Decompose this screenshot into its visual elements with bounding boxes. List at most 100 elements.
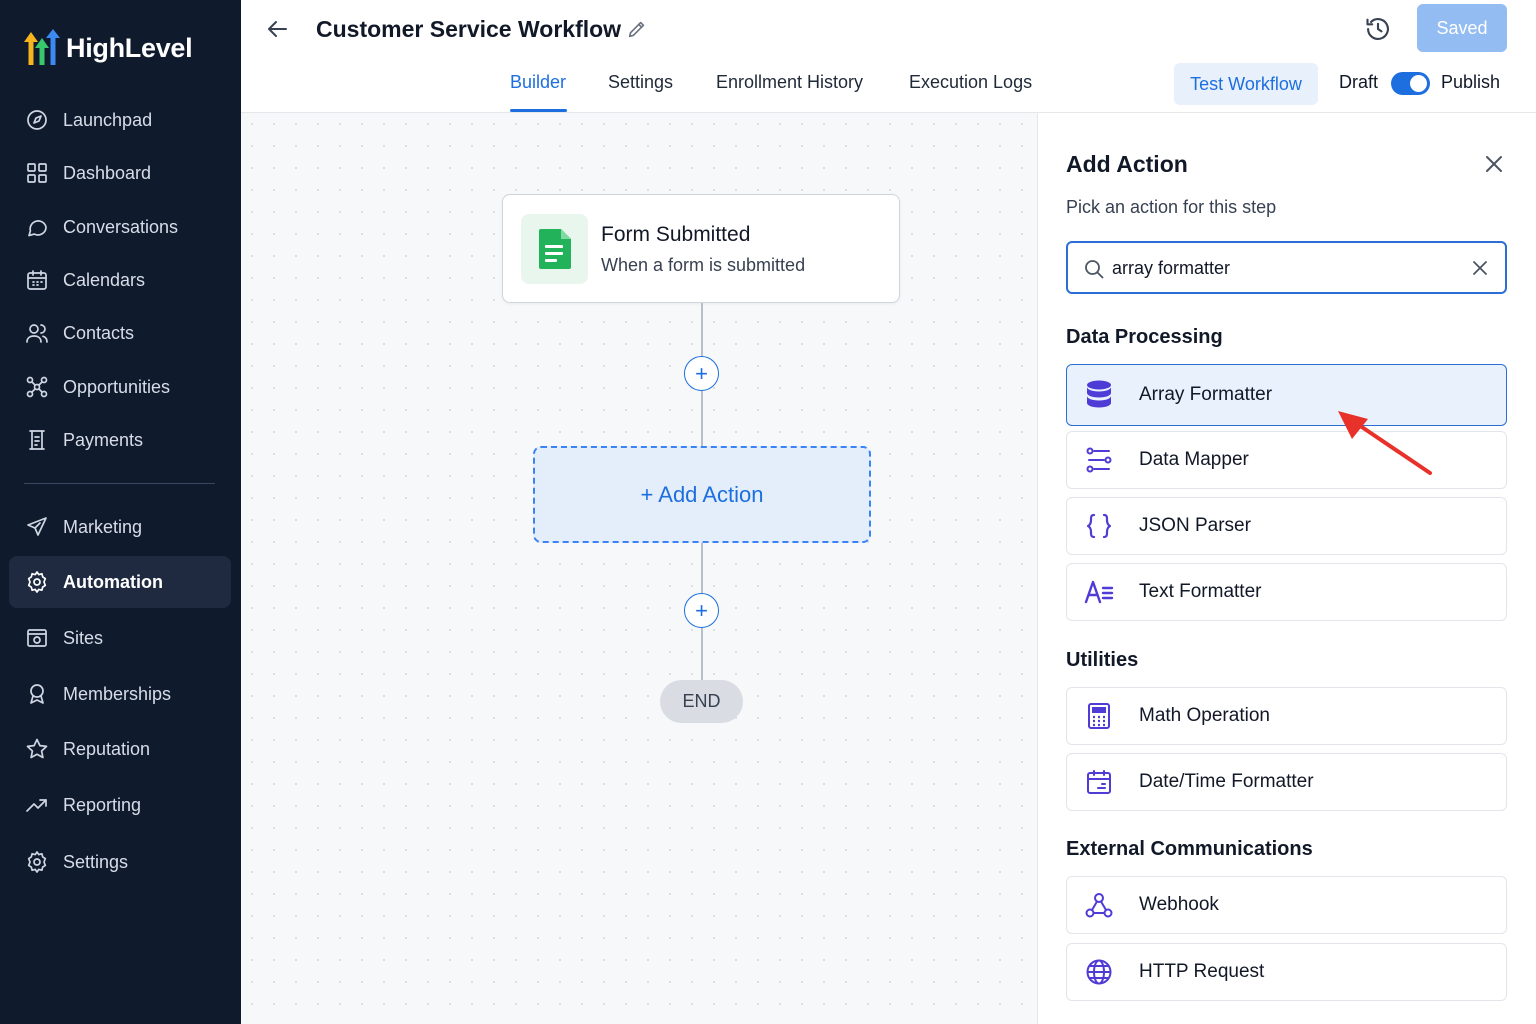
- sidebar-item-sites[interactable]: Sites: [9, 612, 231, 664]
- brand-name: HighLevel: [66, 32, 193, 63]
- panel-title: Add Action: [1066, 151, 1188, 177]
- sidebar-item-opportunities[interactable]: Opportunities: [9, 361, 231, 413]
- sidebar-item-memberships[interactable]: Memberships: [9, 668, 231, 720]
- calendar-icon: [25, 268, 49, 292]
- action-data-mapper[interactable]: Data Mapper: [1066, 431, 1507, 489]
- plus-icon: +: [695, 597, 708, 623]
- publish-toggle[interactable]: [1391, 72, 1430, 95]
- connector-line: [701, 391, 703, 446]
- chat-bubble-icon: [25, 215, 49, 239]
- draft-label: Draft: [1339, 72, 1379, 92]
- clear-search-icon[interactable]: [1470, 258, 1490, 278]
- action-math-operation[interactable]: Math Operation: [1066, 687, 1507, 745]
- action-http-request[interactable]: HTTP Request: [1066, 943, 1507, 1001]
- sidebar-item-label: Marketing: [63, 516, 143, 537]
- sidebar-item-label: Memberships: [63, 683, 172, 704]
- sidebar-item-label: Dashboard: [63, 162, 152, 183]
- sidebar-item-label: Launchpad: [63, 109, 153, 130]
- action-array-formatter[interactable]: Array Formatter: [1066, 364, 1507, 426]
- back-button[interactable]: [265, 16, 291, 42]
- tab-settings[interactable]: Settings: [608, 72, 673, 93]
- sidebar-item-marketing[interactable]: Marketing: [9, 501, 231, 553]
- memberships-icon: [25, 682, 49, 706]
- data-mapper-icon: [1084, 445, 1114, 475]
- history-icon[interactable]: [1364, 15, 1392, 43]
- action-label: Date/Time Formatter: [1139, 771, 1314, 792]
- sidebar-divider: [24, 483, 215, 484]
- text-format-icon: [1084, 577, 1114, 607]
- sidebar-item-calendars[interactable]: Calendars: [9, 254, 231, 306]
- sites-icon: [25, 626, 49, 650]
- close-icon[interactable]: [1483, 153, 1505, 175]
- search-icon: [1083, 258, 1105, 280]
- workflow-canvas[interactable]: Form Submitted When a form is submitted …: [241, 113, 1037, 1024]
- tab-execution-logs[interactable]: Execution Logs: [909, 72, 1032, 93]
- panel-subtitle: Pick an action for this step: [1066, 197, 1277, 217]
- sidebar-item-label: Contacts: [63, 322, 135, 343]
- paper-plane-icon: [25, 515, 49, 539]
- sidebar: HighLevel Launchpad Dashboard Conversati…: [0, 0, 241, 1024]
- sidebar-item-label: Sites: [63, 627, 104, 648]
- connector-line: [701, 303, 703, 358]
- form-document-icon: [521, 214, 588, 284]
- sidebar-item-automation[interactable]: Automation: [9, 556, 231, 608]
- gear-icon: [25, 850, 49, 874]
- star-icon: [25, 737, 49, 761]
- globe-icon: [1084, 957, 1114, 987]
- action-label: Text Formatter: [1139, 581, 1262, 602]
- trigger-subtitle: When a form is submitted: [601, 255, 806, 275]
- trigger-card[interactable]: Form Submitted When a form is submitted: [502, 194, 900, 303]
- sidebar-item-label: Reputation: [63, 738, 151, 759]
- publish-label: Publish: [1441, 72, 1501, 92]
- add-step-button[interactable]: +: [684, 593, 719, 628]
- highlevel-logo-icon: [22, 28, 62, 68]
- gear-icon: [25, 570, 49, 594]
- section-title-data-processing: Data Processing: [1066, 326, 1223, 348]
- workflow-header: Customer Service Workflow Saved Builder …: [241, 0, 1536, 113]
- sidebar-item-launchpad[interactable]: Launchpad: [9, 94, 231, 146]
- sidebar-item-label: Payments: [63, 429, 144, 450]
- payments-icon: [25, 428, 49, 452]
- tab-builder[interactable]: Builder: [510, 72, 566, 93]
- sidebar-item-label: Automation: [63, 571, 163, 592]
- tab-enrollment-history[interactable]: Enrollment History: [716, 72, 863, 93]
- section-title-utilities: Utilities: [1066, 649, 1139, 671]
- test-workflow-button[interactable]: Test Workflow: [1174, 63, 1318, 105]
- action-webhook[interactable]: Webhook: [1066, 876, 1507, 934]
- search-input[interactable]: [1112, 255, 1452, 281]
- pencil-icon[interactable]: [626, 18, 648, 40]
- active-tab-indicator: [510, 109, 567, 112]
- sidebar-item-payments[interactable]: Payments: [9, 414, 231, 466]
- sidebar-item-reporting[interactable]: Reporting: [9, 779, 231, 831]
- calendar-icon: [1084, 767, 1114, 797]
- action-label: JSON Parser: [1139, 515, 1251, 536]
- add-action-label: + Add Action: [640, 481, 764, 507]
- connector-line: [701, 628, 703, 680]
- connector-line: [701, 543, 703, 593]
- contacts-icon: [25, 321, 49, 345]
- sidebar-item-contacts[interactable]: Contacts: [9, 307, 231, 359]
- saved-button[interactable]: Saved: [1417, 4, 1507, 52]
- trigger-title: Form Submitted: [601, 223, 751, 246]
- opportunities-icon: [25, 375, 49, 399]
- brand-logo[interactable]: HighLevel: [22, 28, 193, 68]
- arrow-left-icon: [268, 21, 287, 37]
- workflow-title: Customer Service Workflow: [316, 16, 622, 42]
- sidebar-item-label: Settings: [63, 851, 129, 872]
- plus-icon: +: [695, 360, 708, 386]
- action-text-formatter[interactable]: Text Formatter: [1066, 563, 1507, 621]
- sidebar-item-dashboard[interactable]: Dashboard: [9, 147, 231, 199]
- action-label: Array Formatter: [1139, 384, 1273, 405]
- action-label: HTTP Request: [1139, 961, 1265, 982]
- action-date-time-formatter[interactable]: Date/Time Formatter: [1066, 753, 1507, 811]
- sidebar-item-settings[interactable]: Settings: [9, 836, 231, 888]
- section-title-external-communications: External Communications: [1066, 838, 1313, 860]
- action-label: Webhook: [1139, 894, 1219, 915]
- sidebar-item-reputation[interactable]: Reputation: [9, 723, 231, 775]
- action-json-parser[interactable]: JSON Parser: [1066, 497, 1507, 555]
- add-action-placeholder[interactable]: + Add Action: [533, 446, 871, 543]
- sidebar-item-conversations[interactable]: Conversations: [9, 201, 231, 253]
- add-action-panel: Add Action Pick an action for this step …: [1037, 113, 1536, 1024]
- braces-icon: [1084, 511, 1114, 541]
- add-step-button[interactable]: +: [684, 356, 719, 391]
